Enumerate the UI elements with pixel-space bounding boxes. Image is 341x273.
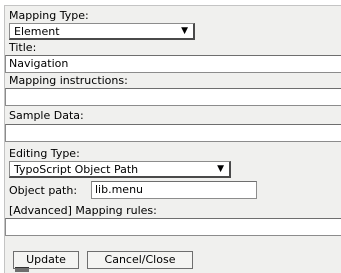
title-input[interactable]: Navigation [5, 55, 341, 73]
mapping-form-panel: Mapping Type: Element ▼ Title: Navigatio… [4, 5, 341, 273]
mapping-type-value: Element [14, 25, 60, 38]
mapping-type-label: Mapping Type: [9, 9, 89, 22]
scrollbar-thumb[interactable] [15, 267, 29, 272]
title-label: Title: [9, 41, 37, 54]
chevron-down-icon: ▼ [181, 26, 188, 36]
chevron-down-icon: ▼ [217, 164, 224, 174]
instructions-input[interactable] [5, 88, 341, 106]
editing-type-label: Editing Type: [9, 147, 80, 160]
mapping-rules-label: [Advanced] Mapping rules: [9, 204, 157, 217]
editing-type-select[interactable]: TypoScript Object Path ▼ [9, 161, 231, 178]
sample-data-label: Sample Data: [9, 109, 84, 122]
object-path-label: Object path: [9, 184, 78, 197]
mapping-type-select[interactable]: Element ▼ [9, 23, 195, 40]
instructions-label: Mapping instructions: [9, 74, 128, 87]
editing-type-value: TypoScript Object Path [14, 163, 139, 176]
mapping-rules-input[interactable] [5, 218, 341, 236]
sample-data-input[interactable] [5, 124, 341, 142]
cancel-close-button[interactable]: Cancel/Close [87, 251, 193, 269]
object-path-input[interactable]: lib.menu [91, 181, 257, 199]
